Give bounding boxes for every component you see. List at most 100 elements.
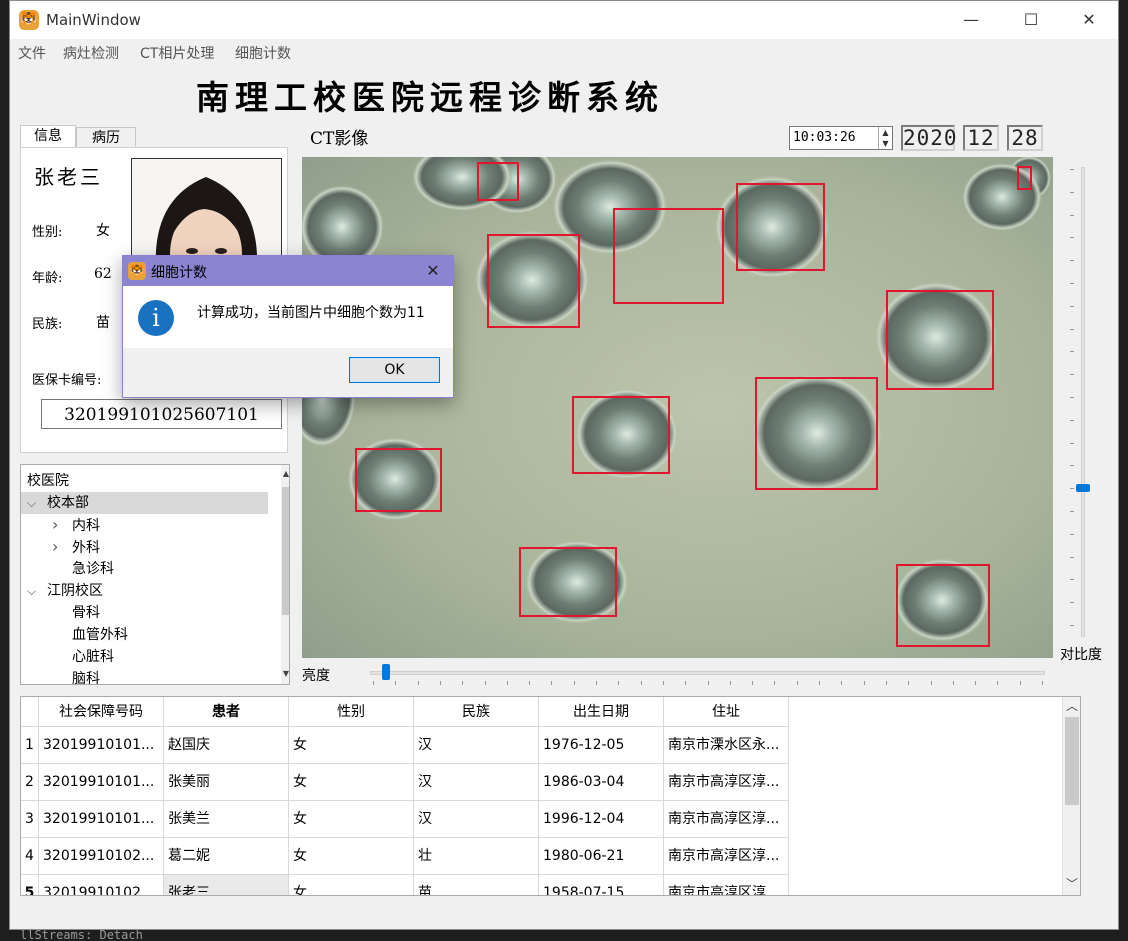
collapsed-chevron-icon[interactable]: ›	[52, 536, 72, 558]
table-scroll-up-icon[interactable]: ︿	[1063, 697, 1080, 715]
menu-file[interactable]: 文件	[18, 43, 46, 63]
row-header[interactable]: 4	[21, 838, 39, 875]
ok-button[interactable]: OK	[349, 357, 440, 383]
tab-info[interactable]: 信息	[20, 125, 76, 147]
brightness-tick	[997, 681, 999, 685]
table-cell-name[interactable]: 张美丽	[164, 764, 289, 801]
maximize-button[interactable]: ☐	[1002, 1, 1060, 39]
table-scroll-thumb[interactable]	[1065, 717, 1079, 805]
tree-scroll-down-icon[interactable]: ▼	[281, 665, 289, 683]
table-cell-birth[interactable]: 1958-07-15	[539, 875, 664, 895]
ethnicity-value: 苗	[96, 315, 110, 331]
age-value: 62	[94, 266, 112, 282]
tree-scroll-thumb[interactable]	[282, 487, 289, 615]
tree-scrollbar[interactable]: ▲ ▼	[281, 465, 289, 684]
ct-image[interactable]	[302, 157, 1053, 658]
table-cell-ssn[interactable]: 32019910102...	[39, 838, 164, 875]
table-cell-ssn[interactable]: 32019910102...	[39, 875, 164, 895]
brightness-tick	[373, 681, 374, 685]
row-header[interactable]: 2	[21, 764, 39, 801]
brightness-tick	[618, 681, 620, 685]
menu-ct-processing[interactable]: CT相片处理	[140, 43, 214, 63]
table-cell-address[interactable]: 南京市高淳区淳...	[664, 764, 789, 801]
table-cell-gender[interactable]: 女	[289, 838, 414, 875]
patient-table[interactable]: 社会保障号码 患者 性别 民族 出生日期 住址 1 32019910101... 赵…	[20, 696, 1081, 896]
table-cell-ethnicity[interactable]: 苗	[414, 875, 539, 895]
tree-item[interactable]: › 外科	[21, 536, 268, 558]
column-header-birth-date[interactable]: 出生日期	[539, 697, 664, 727]
column-header-patient[interactable]: 患者	[164, 697, 289, 727]
table-cell-birth[interactable]: 1986-03-04	[539, 764, 664, 801]
table-cell-birth[interactable]: 1976-12-05	[539, 727, 664, 764]
column-header-ssn[interactable]: 社会保障号码	[39, 697, 164, 727]
brightness-tick	[885, 681, 887, 685]
table-cell-birth[interactable]: 1996-12-04	[539, 801, 664, 838]
table-cell-ethnicity[interactable]: 汉	[414, 801, 539, 838]
table-cell-address[interactable]: 南京市高淳区淳...	[664, 801, 789, 838]
table-cell-ethnicity[interactable]: 壮	[414, 838, 539, 875]
menu-lesion-detection[interactable]: 病灶检测	[63, 43, 119, 63]
table-cell-gender[interactable]: 女	[289, 727, 414, 764]
table-cell-ethnicity[interactable]: 汉	[414, 764, 539, 801]
table-cell-gender[interactable]: 女	[289, 875, 414, 895]
table-cell-address[interactable]: 南京市高淳区淳...	[664, 875, 789, 895]
table-cell-ssn[interactable]: 32019910101...	[39, 727, 164, 764]
close-button[interactable]: ✕	[1060, 1, 1118, 39]
tree-item[interactable]: 血管外科	[21, 624, 268, 646]
contrast-tick	[1070, 328, 1074, 330]
menu-cell-count[interactable]: 细胞计数	[235, 43, 291, 63]
tree-item[interactable]: 急诊科	[21, 558, 268, 580]
age-label: 年龄:	[32, 271, 63, 286]
table-scrollbar[interactable]: ︿ ﹀	[1062, 697, 1080, 895]
column-header-address[interactable]: 住址	[664, 697, 789, 727]
brightness-slider-handle[interactable]	[382, 664, 390, 680]
table-cell-address[interactable]: 南京市高淳区淳...	[664, 838, 789, 875]
time-spin-icon[interactable]: ▲ ▼	[878, 127, 892, 149]
table-cell-name[interactable]: 张老三	[164, 875, 289, 895]
contrast-slider-handle[interactable]	[1076, 484, 1090, 492]
tree-item[interactable]: › 内科	[21, 514, 268, 536]
table-cell-ssn[interactable]: 32019910101...	[39, 764, 164, 801]
table-cell-address[interactable]: 南京市溧水区永...	[664, 727, 789, 764]
expanded-chevron-icon[interactable]: ⌵	[27, 580, 47, 602]
tree-scroll-up-icon[interactable]: ▲	[281, 465, 289, 483]
department-tree[interactable]: 校医院 ⌵ 校本部 › 内科 › 外科 急诊科 ⌵ 江阴校区 骨科 血管外科 心脏科 脑科 ▲ ▼	[20, 464, 290, 685]
expanded-chevron-icon[interactable]: ⌵	[27, 492, 47, 514]
row-header[interactable]: 5	[21, 875, 39, 895]
table-cell-gender[interactable]: 女	[289, 764, 414, 801]
dialog-title: 细胞计数	[151, 265, 207, 281]
cell	[714, 175, 830, 279]
minimize-button[interactable]: —	[942, 1, 1000, 39]
table-cell-birth[interactable]: 1980-06-21	[539, 838, 664, 875]
tree-item[interactable]: 脑科	[21, 668, 268, 684]
table-cell-gender[interactable]: 女	[289, 801, 414, 838]
tree-item-label: 校本部	[47, 495, 89, 511]
column-header-ethnicity[interactable]: 民族	[414, 697, 539, 727]
row-header[interactable]: 1	[21, 727, 39, 764]
column-header-gender[interactable]: 性别	[289, 697, 414, 727]
table-cell-name[interactable]: 葛二妮	[164, 838, 289, 875]
card-label: 医保卡编号:	[32, 373, 102, 388]
tree-item[interactable]: ⌵ 江阴校区	[21, 580, 268, 602]
table-cell-name[interactable]: 赵国庆	[164, 727, 289, 764]
insurance-card-number[interactable]: 320199101025607101	[41, 399, 282, 429]
brightness-slider-track[interactable]	[370, 671, 1045, 675]
table-cell-name[interactable]: 张美兰	[164, 801, 289, 838]
contrast-slider[interactable]	[1070, 167, 1090, 637]
tree-item[interactable]: ⌵ 校本部	[21, 492, 268, 514]
table-scroll-down-icon[interactable]: ﹀	[1063, 875, 1080, 893]
dialog-title-bar[interactable]: 🐯 细胞计数 ✕	[123, 256, 453, 286]
tree-item[interactable]: 心脏科	[21, 646, 268, 668]
title-bar[interactable]: 🐯 MainWindow — ☐ ✕	[10, 1, 1118, 39]
dialog-close-icon[interactable]: ✕	[419, 258, 447, 284]
tree-item-label: 骨科	[72, 605, 100, 621]
row-header[interactable]: 3	[21, 801, 39, 838]
table-cell-ssn[interactable]: 32019910101...	[39, 801, 164, 838]
tree-item[interactable]: 校医院	[21, 470, 268, 492]
collapsed-chevron-icon[interactable]: ›	[52, 514, 72, 536]
table-cell-ethnicity[interactable]: 汉	[414, 727, 539, 764]
background-terminal: llStreams: Detach	[0, 929, 1128, 941]
tab-medical-record[interactable]: 病历	[76, 127, 136, 149]
table-corner[interactable]	[21, 697, 39, 727]
tree-item[interactable]: 骨科	[21, 602, 268, 624]
